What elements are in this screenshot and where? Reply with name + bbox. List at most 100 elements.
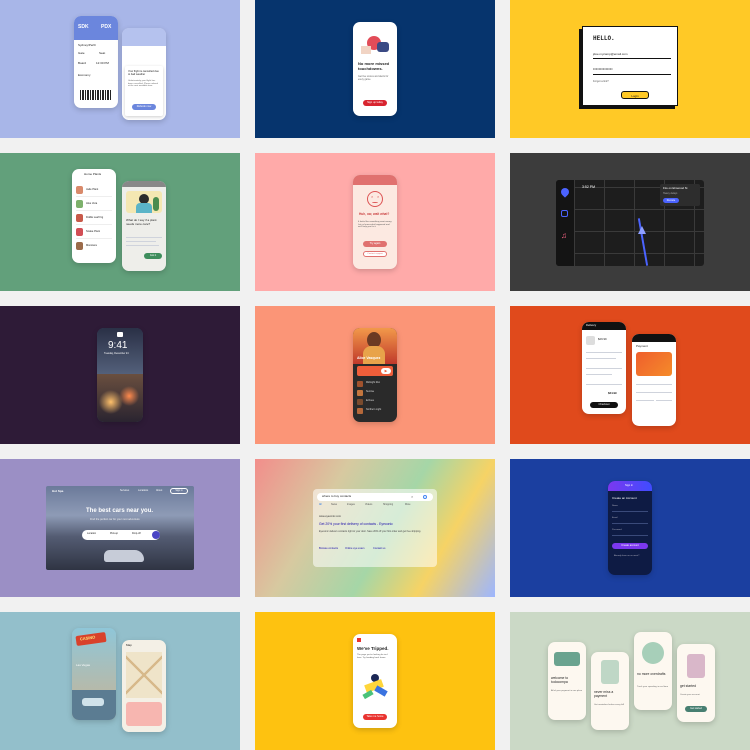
onboard-screen-3: no more overdrafts Track your spending i… <box>634 632 672 710</box>
alert-card[interactable]: Fire on Elmwood St Heavy delays Reroute <box>660 184 700 206</box>
plant-care-phone: What do I say if a plant needs more care… <box>122 181 166 271</box>
artist-name: Alice Vasquez <box>357 356 381 360</box>
touchdown-title: No more missed touchdowns. <box>358 61 390 71</box>
search-field[interactable]: where to buy contacts × <box>317 493 433 501</box>
plant-list-phone: Home Plants Jade Plant Aloe Vera Fiddle … <box>72 169 116 263</box>
payment-phone: Payment <box>632 334 676 426</box>
tripped-phone: We've Tripped. The page you're looking f… <box>353 634 397 728</box>
tile-car-navigation[interactable]: ♫ 3:52 PM Fire on Elmwood St Heavy delay… <box>510 153 750 291</box>
clock: 3:52 PM <box>582 185 596 189</box>
forgot-link[interactable]: Forgot a link? <box>593 80 609 83</box>
dribbble-shots-grid: SDK PDX Sydney/Perth Gate Seat Board 12:… <box>0 0 750 750</box>
credit-card <box>636 352 672 376</box>
tile-car-rental[interactable]: Hot Spa Services Locations About Sign in… <box>0 459 240 597</box>
delivery-title: Delivery <box>586 323 597 327</box>
logo-icon <box>357 638 361 642</box>
login-button[interactable]: Login <box>621 91 649 99</box>
error-body: It looks like something went wrong. Let … <box>358 221 392 229</box>
place-name: Las Vegas <box>76 663 91 667</box>
illustration <box>359 32 391 56</box>
cancel-popup-phone: Your flight is cancelled due to bad weat… <box>122 28 166 120</box>
hero-headline: The best cars near you. <box>86 508 154 514</box>
account-title: Create an Account <box>612 496 637 500</box>
onboard-screen-4: get started Create your account Get star… <box>677 644 715 722</box>
hero-sub: Find the perfect car for your next adven… <box>90 518 140 521</box>
search-icon[interactable] <box>423 495 427 499</box>
tile-search-result[interactable]: where to buy contacts × All News Images … <box>255 459 495 597</box>
sign-in-button[interactable]: Sign in <box>170 488 188 494</box>
to-code: PDX <box>101 24 112 30</box>
play-button[interactable]: ▶ <box>381 368 391 374</box>
contact-support-button[interactable]: Contact support <box>363 251 387 257</box>
tile-lock-screen[interactable]: 9:41 Tuesday, December 24 <box>0 306 240 444</box>
brand-logo[interactable]: Hot Spa <box>52 489 63 494</box>
email-field[interactable]: jdoe.mycamp@email.com <box>593 52 628 57</box>
try-again-button[interactable]: Try again <box>363 241 387 247</box>
map-title: Map <box>126 643 132 647</box>
music-icon[interactable]: ♫ <box>561 232 567 240</box>
tile-onboarding[interactable]: welcome to todocompa All of your payment… <box>510 612 750 750</box>
rebook-button[interactable]: Rebook now <box>132 104 156 110</box>
touchdown-body: Get live scores and alerts for every gam… <box>358 75 389 81</box>
header-title: Sign in <box>625 484 633 487</box>
plant-care-illustration <box>126 191 162 213</box>
map-view[interactable] <box>126 652 162 698</box>
casino-phone: CASINO Las Vegas <box>72 628 116 720</box>
result-headline[interactable]: Get 20% your first delivery of contacts … <box>319 522 393 526</box>
password-field[interactable]: •••••••••••••• <box>593 66 613 72</box>
result-desc: Eyeconic delivers contacts right to your… <box>319 530 422 533</box>
casino-sign: CASINO <box>75 631 107 647</box>
popup-title: Your flight is cancelled due to bad weat… <box>128 70 159 77</box>
phone-icon[interactable] <box>561 210 568 217</box>
barcode <box>80 90 112 100</box>
tile-boarding-pass[interactable]: SDK PDX Sydney/Perth Gate Seat Board 12:… <box>0 0 240 138</box>
tile-checkout[interactable]: Delivery $29.99 $34.99 Checkout Payment <box>510 306 750 444</box>
sad-face-icon: × × <box>367 191 383 207</box>
map-phone: Map <box>122 640 166 732</box>
nav-arrow-icon <box>638 226 646 234</box>
tripped-title: We've Tripped. <box>357 646 389 651</box>
get-started-button[interactable]: Get started <box>685 706 707 712</box>
tile-plants[interactable]: Home Plants Jade Plant Aloe Vera Fiddle … <box>0 153 240 291</box>
account-phone: Sign in Create an Account Name Email Pas… <box>608 481 652 575</box>
from-code: SDK <box>78 24 89 30</box>
order-total: $34.99 <box>608 391 617 395</box>
tile-missed-touchdowns[interactable]: No more missed touchdowns. Get live scor… <box>255 0 495 138</box>
home-button[interactable]: Take me home <box>363 714 387 720</box>
result-url: www.eyeconic.com <box>319 515 342 518</box>
close-icon[interactable]: × <box>411 494 413 499</box>
tile-music-player[interactable]: Alice Vasquez ▶ Midnight Run Sunrise Ech… <box>255 306 495 444</box>
tile-create-account[interactable]: Sign in Create an Account Name Email Pas… <box>510 459 750 597</box>
car-site: Hot Spa Services Locations About Sign in… <box>46 486 194 570</box>
boarding-pass-phone: SDK PDX Sydney/Perth Gate Seat Board 12:… <box>74 16 118 108</box>
login-card: HELLO. jdoe.mycamp@email.com •••••••••••… <box>582 26 678 106</box>
payment-title: Payment <box>636 344 648 348</box>
route-city: Sydney/Perth <box>78 43 97 47</box>
city-lights <box>97 384 143 414</box>
lock-date: Tuesday, December 24 <box>104 352 129 355</box>
checkout-button[interactable]: Checkout <box>590 402 618 408</box>
reroute-button[interactable]: Reroute <box>663 198 679 203</box>
tripped-illustration <box>361 672 391 702</box>
tile-hello-login[interactable]: HELLO. jdoe.mycamp@email.com •••••••••••… <box>510 0 750 138</box>
onboard-screen-1: welcome to todocompa All of your payment… <box>548 642 586 720</box>
error-phone: × × Huh, ow, wait what? It looks like so… <box>353 175 397 269</box>
got-it-button[interactable]: Got it <box>144 253 162 259</box>
search-bar[interactable]: Location Pick-up Drop-off <box>82 530 160 540</box>
tile-404-tripped[interactable]: We've Tripped. The page you're looking f… <box>255 612 495 750</box>
search-panel: where to buy contacts × All News Images … <box>313 489 437 567</box>
search-icon[interactable] <box>152 531 160 539</box>
popup-body: Unfortunately your flight has been cance… <box>128 80 158 88</box>
create-account-button[interactable]: Create account <box>612 543 648 549</box>
tile-travel-guide[interactable]: CASINO Las Vegas Map <box>0 612 240 750</box>
plants-header: Home Plants <box>84 172 102 176</box>
sign-up-button[interactable]: Sign up today <box>363 100 387 106</box>
nav-screen: ♫ 3:52 PM Fire on Elmwood St Heavy delay… <box>556 180 704 266</box>
delivery-phone: Delivery $29.99 $34.99 Checkout <box>582 322 626 414</box>
tripped-body: The page you're looking for isn't here. … <box>357 654 388 659</box>
care-question: What do I say if a plant needs more care… <box>126 218 157 226</box>
tile-error-screen[interactable]: × × Huh, ow, wait what? It looks like so… <box>255 153 495 291</box>
signin-link[interactable]: Already have an account? <box>614 555 639 558</box>
lock-time: 9:41 <box>108 340 128 351</box>
lock-phone: 9:41 Tuesday, December 24 <box>97 328 143 422</box>
